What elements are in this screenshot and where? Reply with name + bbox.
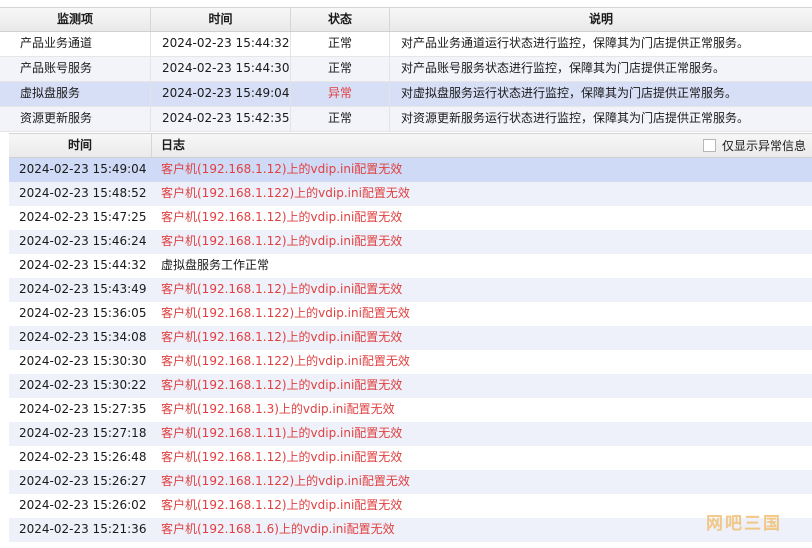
- log-row[interactable]: 2024-02-23 15:27:35 客户机(192.168.1.3)上的vdi…: [9, 398, 812, 422]
- watermark-logo: 网吧三国: [706, 514, 782, 534]
- log-row[interactable]: 2024-02-23 15:26:48 客户机(192.168.1.12)上的vd…: [9, 446, 812, 470]
- log-message: 客户机(192.168.1.12)上的vdip.ini配置无效: [161, 162, 403, 176]
- abnormal-only-label[interactable]: 仅显示异常信息: [722, 135, 806, 157]
- log-message: 客户机(192.168.1.12)上的vdip.ini配置无效: [161, 282, 403, 296]
- monitor-desc: 对产品业务通道运行状态进行监控，保障其为门店提供正常服务。: [401, 36, 750, 50]
- monitor-status: 异常: [291, 82, 390, 106]
- log-row[interactable]: 2024-02-23 15:26:27 客户机(192.168.1.122)上的v…: [9, 470, 812, 494]
- log-row[interactable]: 2024-02-23 15:34:08 客户机(192.168.1.12)上的vd…: [9, 326, 812, 350]
- log-time: 2024-02-23 15:36:05: [19, 306, 147, 320]
- header-item[interactable]: 监测项: [0, 8, 151, 31]
- log-row[interactable]: 2024-02-23 15:30:30 客户机(192.168.1.122)上的v…: [9, 350, 812, 374]
- log-row[interactable]: 2024-02-23 15:49:04 客户机(192.168.1.12)上的vd…: [9, 158, 812, 182]
- log-time: 2024-02-23 15:26:48: [19, 450, 147, 464]
- monitor-item: 产品账号服务: [0, 57, 151, 81]
- log-row[interactable]: 2024-02-23 15:21:36 客户机(192.168.1.6)上的vdi…: [9, 518, 812, 542]
- header-time[interactable]: 时间: [151, 8, 291, 31]
- log-time: 2024-02-23 15:44:32: [19, 258, 147, 272]
- monitor-desc: 对虚拟盘服务运行状态进行监控，保障其为门店提供正常服务。: [401, 86, 738, 100]
- log-message: 客户机(192.168.1.12)上的vdip.ini配置无效: [161, 330, 403, 344]
- log-message: 客户机(192.168.1.122)上的vdip.ini配置无效: [161, 306, 410, 320]
- log-message: 客户机(192.168.1.122)上的vdip.ini配置无效: [161, 354, 410, 368]
- log-message: 客户机(192.168.1.122)上的vdip.ini配置无效: [161, 474, 410, 488]
- log-message: 客户机(192.168.1.12)上的vdip.ini配置无效: [161, 210, 403, 224]
- log-message: 客户机(192.168.1.12)上的vdip.ini配置无效: [161, 234, 403, 248]
- monitor-time: 2024-02-23 15:42:35: [151, 107, 291, 131]
- header-desc[interactable]: 说明: [390, 8, 812, 31]
- log-message: 客户机(192.168.1.12)上的vdip.ini配置无效: [161, 378, 403, 392]
- monitor-table-header: 监测项 时间 状态 说明: [0, 7, 812, 32]
- monitor-item: 资源更新服务: [0, 107, 151, 131]
- log-row[interactable]: 2024-02-23 15:36:05 客户机(192.168.1.122)上的v…: [9, 302, 812, 326]
- log-message: 客户机(192.168.1.3)上的vdip.ini配置无效: [161, 402, 395, 416]
- log-row[interactable]: 2024-02-23 15:26:02 客户机(192.168.1.12)上的vd…: [9, 494, 812, 518]
- header-log-time[interactable]: 时间: [9, 134, 152, 157]
- monitor-row[interactable]: 产品账号服务 2024-02-23 15:44:30 正常 对产品账号服务状态进行监控…: [0, 57, 812, 82]
- monitor-status: 正常: [291, 32, 390, 56]
- monitor-row[interactable]: 产品业务通道 2024-02-23 15:44:32 正常 对产品业务通道运行状态进行…: [0, 32, 812, 57]
- log-time: 2024-02-23 15:27:18: [19, 426, 147, 440]
- monitor-time: 2024-02-23 15:44:32: [151, 32, 291, 56]
- log-row[interactable]: 2024-02-23 15:27:18 客户机(192.168.1.11)上的vd…: [9, 422, 812, 446]
- log-time: 2024-02-23 15:27:35: [19, 402, 147, 416]
- monitor-item: 产品业务通道: [0, 32, 151, 56]
- log-time: 2024-02-23 15:26:02: [19, 498, 147, 512]
- monitor-time: 2024-02-23 15:44:30: [151, 57, 291, 81]
- log-row[interactable]: 2024-02-23 15:46:24 客户机(192.168.1.12)上的vd…: [9, 230, 812, 254]
- log-time: 2024-02-23 15:43:49: [19, 282, 147, 296]
- log-time: 2024-02-23 15:30:22: [19, 378, 147, 392]
- abnormal-only-checkbox[interactable]: [702, 139, 716, 152]
- log-row[interactable]: 2024-02-23 15:43:49 客户机(192.168.1.12)上的vd…: [9, 278, 812, 302]
- log-time: 2024-02-23 15:47:25: [19, 210, 147, 224]
- monitor-row[interactable]: 资源更新服务 2024-02-23 15:42:35 正常 对资源更新服务运行状态进行…: [0, 107, 812, 132]
- log-table-header: 时间 日志 仅显示异常信息: [9, 133, 812, 158]
- monitor-table: 监测项 时间 状态 说明 产品业务通道 2024-02-23 15:44:32 正常…: [0, 7, 812, 132]
- log-message: 虚拟盘服务工作正常: [161, 258, 270, 272]
- log-time: 2024-02-23 15:46:24: [19, 234, 147, 248]
- log-time: 2024-02-23 15:21:36: [19, 522, 147, 536]
- log-time: 2024-02-23 15:30:30: [19, 354, 147, 368]
- monitor-status: 正常: [291, 57, 390, 81]
- log-row[interactable]: 2024-02-23 15:30:22 客户机(192.168.1.12)上的vd…: [9, 374, 812, 398]
- monitor-row[interactable]: 虚拟盘服务 2024-02-23 15:49:04 异常 对虚拟盘服务运行状态进行监控…: [0, 82, 812, 107]
- monitor-table-body: 产品业务通道 2024-02-23 15:44:32 正常 对产品业务通道运行状态进行…: [0, 32, 812, 132]
- header-status[interactable]: 状态: [291, 8, 390, 31]
- log-time: 2024-02-23 15:49:04: [19, 162, 147, 176]
- log-table-body: 2024-02-23 15:49:04 客户机(192.168.1.12)上的vd…: [9, 158, 812, 542]
- monitor-desc: 对产品账号服务状态进行监控，保障其为门店提供正常服务。: [401, 61, 726, 75]
- log-message: 客户机(192.168.1.122)上的vdip.ini配置无效: [161, 186, 410, 200]
- log-message: 客户机(192.168.1.12)上的vdip.ini配置无效: [161, 450, 403, 464]
- log-time: 2024-02-23 15:48:52: [19, 186, 147, 200]
- log-time: 2024-02-23 15:26:27: [19, 474, 147, 488]
- monitor-status: 正常: [291, 107, 390, 131]
- log-row[interactable]: 2024-02-23 15:47:25 客户机(192.168.1.12)上的vd…: [9, 206, 812, 230]
- log-row[interactable]: 2024-02-23 15:48:52 客户机(192.168.1.122)上的v…: [9, 182, 812, 206]
- abnormal-only-filter[interactable]: 仅显示异常信息: [702, 134, 806, 157]
- log-table: 时间 日志 仅显示异常信息 2024-02-23 15:49:04 客户机(192…: [9, 133, 812, 542]
- log-message: 客户机(192.168.1.11)上的vdip.ini配置无效: [161, 426, 403, 440]
- monitor-item: 虚拟盘服务: [0, 82, 151, 106]
- monitor-time: 2024-02-23 15:49:04: [151, 82, 291, 106]
- log-row[interactable]: 2024-02-23 15:44:32 虚拟盘服务工作正常: [9, 254, 812, 278]
- log-time: 2024-02-23 15:34:08: [19, 330, 147, 344]
- monitor-desc: 对资源更新服务运行状态进行监控，保障其为门店提供正常服务。: [401, 111, 750, 125]
